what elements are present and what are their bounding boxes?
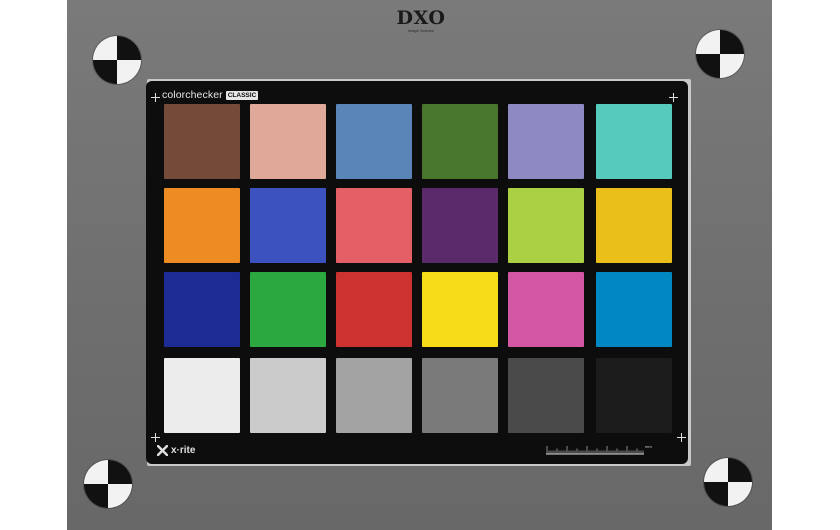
card-brand-badge: CLASSIC [225,90,259,100]
color-patch-orange-yellow [596,188,672,263]
color-patch-cyan [596,272,672,347]
logo-wordmark: DXO [396,7,446,29]
screen: { "logo": { "main": "DXO", "sub": "Image… [0,0,840,530]
color-patch-magenta [508,272,584,347]
color-patch-green [250,272,326,347]
color-patch-yellow-green [508,188,584,263]
color-patch-neutral-5 [422,358,498,433]
card-brand: colorchecker CLASSIC [162,88,259,102]
color-patch-foliage [422,104,498,179]
color-patch-blue-flower [508,104,584,179]
maker-name: x·rite [171,444,196,456]
crosshair-mark [677,433,686,442]
crosshair-mark [669,93,678,102]
color-patch-purplish-blue [250,188,326,263]
color-patch-moderate-red [336,188,412,263]
maker-brand: x·rite [157,443,195,457]
card-brand-name: colorchecker [162,89,223,101]
color-patch-blue-sky [336,104,412,179]
scale-ruler [546,446,644,455]
ruler-unit-label: mm [645,444,652,449]
registration-target-bottom-right [704,458,752,506]
color-patch-dark-skin [164,104,240,179]
color-patch-white [164,358,240,433]
color-patch-bluish-green [596,104,672,179]
crosshair-mark [151,433,160,442]
color-patch-neutral-3-5 [508,358,584,433]
color-patch-neutral-6-5 [336,358,412,433]
registration-target-bottom-left [84,460,132,508]
color-patch-red [336,272,412,347]
color-patch-light-skin [250,104,326,179]
color-patch-black [596,358,672,433]
color-patch-neutral-8 [250,358,326,433]
color-patch-orange [164,188,240,263]
color-patch-purple [422,188,498,263]
registration-target-top-left [93,36,141,84]
color-patch-yellow [422,272,498,347]
registration-target-top-right [696,30,744,78]
dxo-logo: DXO Image Science [395,8,447,33]
x-mark-icon [157,444,168,456]
crosshair-mark [151,93,160,102]
color-patch-blue [164,272,240,347]
